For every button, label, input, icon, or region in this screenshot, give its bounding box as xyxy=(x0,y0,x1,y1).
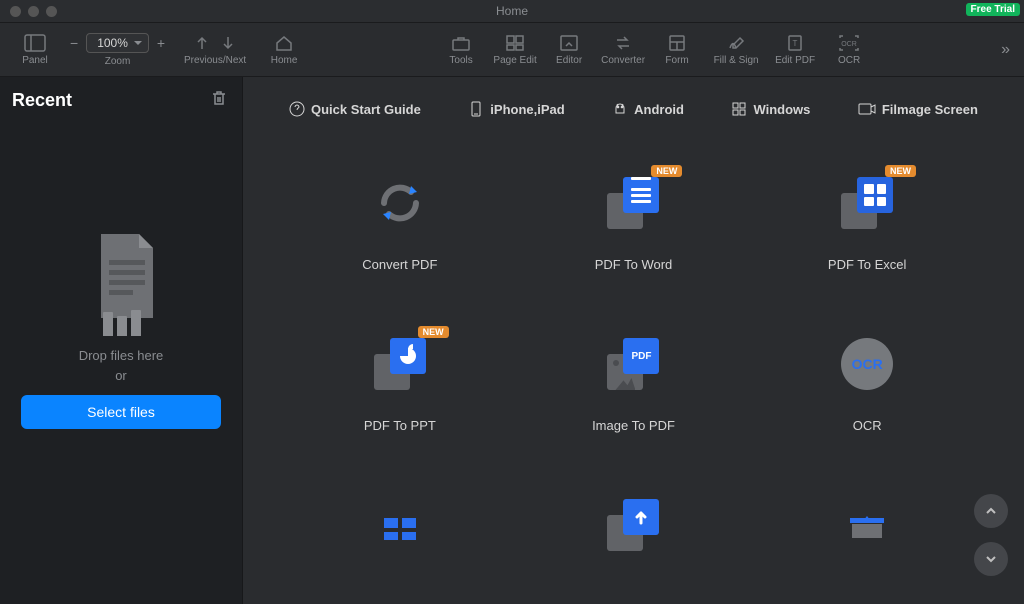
ql-label: Android xyxy=(634,102,684,117)
recent-heading: Recent xyxy=(12,90,72,111)
page-edit-tool[interactable]: Page Edit xyxy=(490,26,540,74)
edit-pdf-label: Edit PDF xyxy=(775,55,815,66)
convert-pdf-card[interactable]: Convert PDF xyxy=(303,171,497,272)
arrow-down-icon xyxy=(220,34,236,52)
scroll-up-button[interactable] xyxy=(974,494,1008,528)
fill-sign-label: Fill & Sign xyxy=(714,55,759,66)
editor-label: Editor xyxy=(556,55,582,66)
panel-tool[interactable]: Panel xyxy=(10,26,60,74)
ql-label: Quick Start Guide xyxy=(311,102,421,117)
partial-card-2[interactable] xyxy=(537,493,731,557)
android-link[interactable]: Android xyxy=(612,101,684,117)
converter-label: Converter xyxy=(601,55,645,66)
panel-label: Panel xyxy=(22,55,48,66)
phone-icon xyxy=(468,101,484,117)
quick-start-guide-link[interactable]: Quick Start Guide xyxy=(289,101,421,117)
edit-pdf-tool[interactable]: T Edit PDF xyxy=(770,26,820,74)
pdf-to-ppt-card[interactable]: NEW PDF To PPT xyxy=(303,332,497,433)
ocr-tool[interactable]: OCR OCR xyxy=(824,26,874,74)
toolbar-overflow-button[interactable]: » xyxy=(1001,41,1010,59)
form-tool[interactable]: Form xyxy=(652,26,702,74)
zoom-label: Zoom xyxy=(105,56,131,67)
drop-line1: Drop files here xyxy=(79,348,164,363)
converter-tool[interactable]: Converter xyxy=(598,26,648,74)
select-files-button[interactable]: Select files xyxy=(21,395,221,429)
tool-grid: Convert PDF NEW PDF To Word NEW PDF To E… xyxy=(243,127,1024,597)
grid-icon xyxy=(380,510,420,540)
upload-icon xyxy=(607,499,659,551)
tools-label: Tools xyxy=(449,55,472,66)
ppt-icon xyxy=(374,338,426,390)
arrow-up-icon xyxy=(194,34,210,52)
home-label: Home xyxy=(271,55,298,66)
fill-sign-tool[interactable]: Fill & Sign xyxy=(706,26,766,74)
drop-message: Drop files here or xyxy=(79,346,164,385)
ocr-icon: OCR xyxy=(841,338,893,390)
editor-tool[interactable]: Editor xyxy=(544,26,594,74)
card-label: PDF To PPT xyxy=(364,418,436,433)
help-icon xyxy=(289,101,305,117)
partial-card-1[interactable] xyxy=(303,493,497,557)
image-to-pdf-card[interactable]: PDF Image To PDF xyxy=(537,332,731,433)
partial-card-3[interactable] xyxy=(770,493,964,557)
convert-icon xyxy=(375,178,425,228)
prev-next-label: Previous/Next xyxy=(184,55,246,66)
record-icon xyxy=(858,101,876,117)
content-area: Quick Start Guide iPhone,iPad Android Wi… xyxy=(243,77,1024,604)
toolbar: Panel − 100% + Zoom Previous/Next Home T… xyxy=(0,23,1024,77)
iphone-ipad-link[interactable]: iPhone,iPad xyxy=(468,101,564,117)
tools-tool[interactable]: Tools xyxy=(436,26,486,74)
drop-line2: or xyxy=(115,368,127,383)
quick-links: Quick Start Guide iPhone,iPad Android Wi… xyxy=(243,77,1024,127)
image-pdf-icon: PDF xyxy=(607,338,659,390)
word-icon xyxy=(607,177,659,229)
windows-icon xyxy=(731,101,747,117)
svg-text:T: T xyxy=(793,39,798,48)
free-trial-badge[interactable]: Free Trial xyxy=(966,3,1020,16)
sidebar: Recent xyxy=(0,77,243,604)
card-label: OCR xyxy=(853,418,882,433)
card-label: PDF To Word xyxy=(595,257,673,272)
ql-label: Windows xyxy=(753,102,810,117)
card-label: Convert PDF xyxy=(362,257,437,272)
drop-zone[interactable]: Drop files here or Select files xyxy=(0,124,242,604)
zoom-in-button[interactable]: + xyxy=(157,35,165,51)
ocr-card[interactable]: OCR OCR xyxy=(770,332,964,433)
home-tool[interactable]: Home xyxy=(259,26,309,74)
ql-label: iPhone,iPad xyxy=(490,102,564,117)
trash-icon[interactable] xyxy=(210,89,228,112)
pdf-to-excel-card[interactable]: NEW PDF To Excel xyxy=(770,171,964,272)
zoom-dropdown[interactable]: 100% xyxy=(86,33,149,53)
windows-link[interactable]: Windows xyxy=(731,101,810,117)
svg-text:OCR: OCR xyxy=(841,41,857,48)
title-bar: Home Free Trial xyxy=(0,0,1024,23)
compress-icon xyxy=(842,510,892,540)
document-drop-icon xyxy=(81,226,161,336)
zoom-out-button[interactable]: − xyxy=(70,35,78,51)
excel-icon xyxy=(841,177,893,229)
ql-label: Filmage Screen xyxy=(882,102,978,117)
window-title: Home xyxy=(0,4,1024,18)
page-edit-label: Page Edit xyxy=(493,55,536,66)
form-label: Form xyxy=(665,55,688,66)
pdf-to-word-card[interactable]: NEW PDF To Word xyxy=(537,171,731,272)
card-label: PDF To Excel xyxy=(828,257,907,272)
filmage-screen-link[interactable]: Filmage Screen xyxy=(858,101,978,117)
android-icon xyxy=(612,101,628,117)
ocr-label: OCR xyxy=(838,55,860,66)
prev-next-tool[interactable]: Previous/Next xyxy=(175,26,255,74)
zoom-group: − 100% + Zoom xyxy=(70,33,165,67)
scroll-down-button[interactable] xyxy=(974,542,1008,576)
card-label: Image To PDF xyxy=(592,418,675,433)
